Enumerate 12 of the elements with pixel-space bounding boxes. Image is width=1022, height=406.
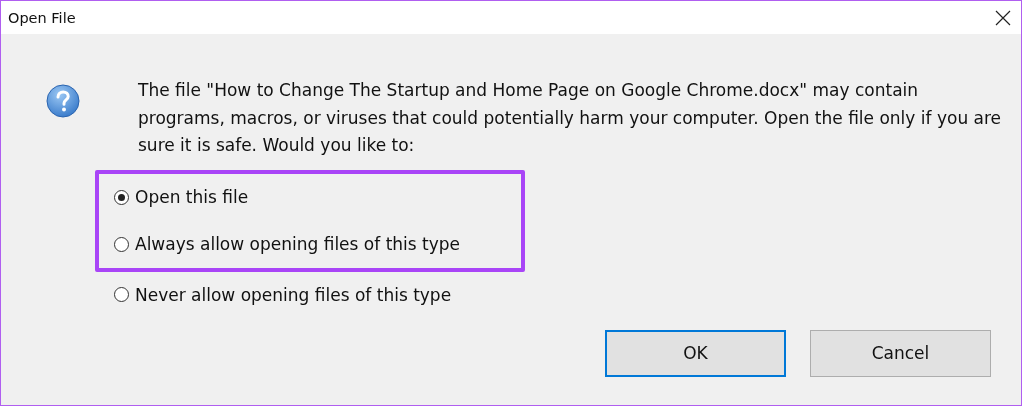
radio-button[interactable] [114, 189, 129, 205]
window-title: Open File [8, 9, 76, 26]
ok-button[interactable]: OK [605, 329, 786, 377]
question-icon [46, 84, 80, 118]
radio-button[interactable] [114, 287, 129, 302]
cancel-button[interactable]: Cancel [810, 329, 991, 377]
radio-option[interactable]: Never allow opening files of this type [95, 279, 1021, 310]
warning-message: The file "How to Change The Startup and Home Page on Google Chrome.docx" may contain programs, macros, or viruses that could potentially harm your computer. Open the file only if you are sure it is safe. Would you like to: [138, 79, 1003, 157]
radio-button[interactable] [114, 236, 129, 252]
close-icon[interactable] [995, 9, 1011, 26]
radio-option[interactable]: Open this file [99, 182, 521, 212]
radio-option[interactable]: Always allow opening files of this type [99, 229, 521, 259]
